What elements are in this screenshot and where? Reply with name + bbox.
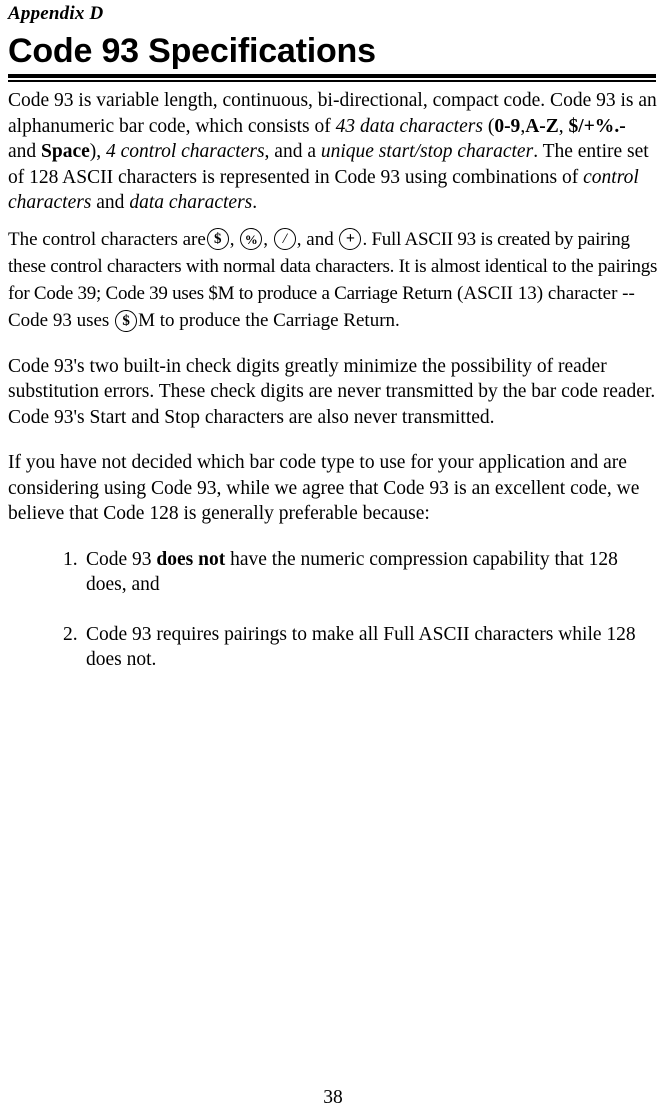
intro-bold-symbols: $/+% xyxy=(568,115,615,137)
control-chars-comma-2: , xyxy=(263,228,269,250)
intro-text-10: . xyxy=(252,192,258,213)
control-chars-and: , and xyxy=(296,228,334,250)
paragraph-control-characters: The control characters are $, %, /, and +… xyxy=(8,226,658,334)
list-item-text-before: Code 93 xyxy=(86,548,157,570)
circled-dollar-icon: $ xyxy=(206,227,229,250)
list-item-spacer xyxy=(8,598,658,622)
page-content: Appendix D Code 93 Specifications Code 9… xyxy=(8,0,658,673)
control-chars-lead: The control characters are xyxy=(8,228,206,250)
page-number: 38 xyxy=(323,1087,343,1108)
divider-line-thin xyxy=(8,80,656,82)
intro-em-data-characters-2: data characters xyxy=(129,192,253,213)
intro-bold-letters: A-Z xyxy=(525,115,559,137)
intro-text-5: and xyxy=(8,141,42,162)
control-chars-line3-tail: M to produce the Carriage Return. xyxy=(138,309,400,331)
intro-text-7: , and a xyxy=(264,141,321,162)
intro-text-4: , xyxy=(558,115,569,137)
list-item-bold: does not xyxy=(156,548,226,570)
intro-text-2: ( xyxy=(482,115,495,137)
circled-plus-icon: + xyxy=(339,227,362,250)
list-item: 1. Code 93 does not have the numeric comp… xyxy=(8,547,658,598)
paragraph-spacer-3 xyxy=(8,430,658,450)
paragraph-recommendation: If you have not decided which bar code t… xyxy=(8,452,640,524)
circled-dollar-icon-2: $ xyxy=(115,309,138,332)
list-item-marker: 1. xyxy=(63,548,78,570)
paragraph-spacer-2 xyxy=(8,334,658,354)
paragraph-spacer-1 xyxy=(8,216,658,226)
intro-bold-space: Space xyxy=(41,141,90,162)
paragraph-check-digits: Code 93's two built-in check digits grea… xyxy=(8,355,656,428)
circled-percent-icon: % xyxy=(240,227,263,250)
paragraph-intro: Code 93 is variable length, continuous, … xyxy=(8,88,658,216)
intro-em-unique-startstop: unique start/stop character xyxy=(320,141,534,162)
intro-em-control-characters-count: 4 control characters xyxy=(106,141,265,162)
intro-bold-digits: 0-9 xyxy=(494,115,521,137)
intro-em-data-characters: 43 data characters xyxy=(335,115,483,137)
intro-text-9: and xyxy=(91,192,130,213)
list-item-marker: 2. xyxy=(63,623,78,645)
intro-bold-symbol-dash: - xyxy=(619,115,626,137)
circled-slash-icon: / xyxy=(273,227,296,250)
list-item: 2. Code 93 requires pairings to make all … xyxy=(8,622,658,673)
document-page: Appendix D Code 93 Specifications Code 9… xyxy=(0,0,666,1116)
control-chars-comma-1: , xyxy=(229,228,235,250)
appendix-label: Appendix D xyxy=(8,3,104,24)
reasons-list: 1. Code 93 does not have the numeric comp… xyxy=(8,547,658,673)
page-title: Code 93 Specifications xyxy=(8,32,376,70)
title-divider xyxy=(8,74,656,82)
intro-text-6: ), xyxy=(89,141,107,162)
list-item-text-before: Code 93 requires pairings to make all Fu… xyxy=(86,623,636,671)
